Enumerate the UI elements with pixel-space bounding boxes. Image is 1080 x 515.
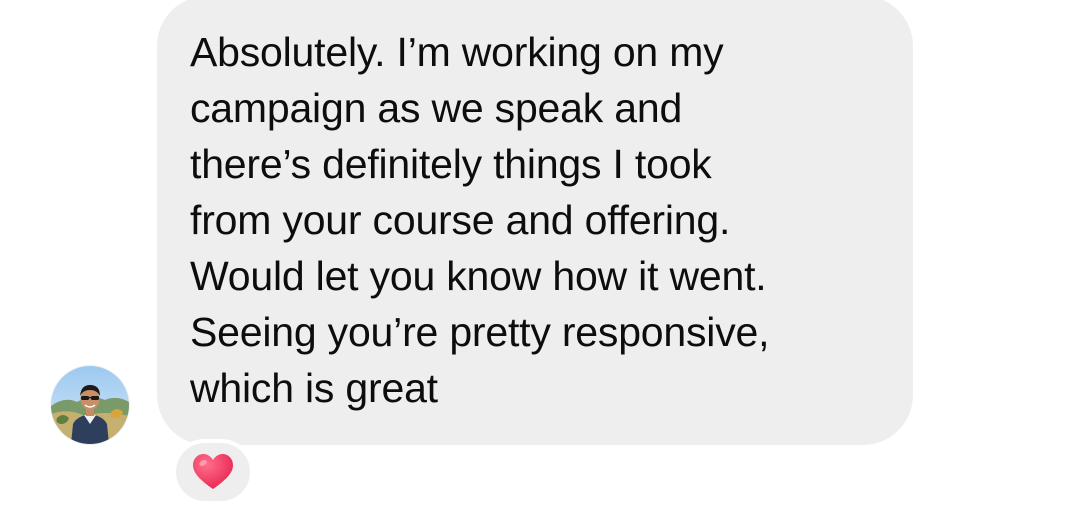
profile-photo-icon xyxy=(51,366,129,444)
message-text-line: campaign as we speak and xyxy=(190,85,683,131)
message-text-line: from your course and offering. xyxy=(190,197,731,243)
red-heart-icon xyxy=(193,454,233,489)
message-text-line: Seeing you’re pretty responsive, xyxy=(190,309,770,355)
message-thread: Absolutely. I’m working on my campaign a… xyxy=(0,0,1080,515)
message-text-line: there’s definitely things I took xyxy=(190,141,712,187)
sender-avatar[interactable] xyxy=(51,366,129,444)
reaction-badge[interactable] xyxy=(172,439,254,505)
message-text-line: Would let you know how it went. xyxy=(190,253,767,299)
message-text-line: which is great xyxy=(190,365,438,411)
message-text-line: Absolutely. I’m working on my xyxy=(190,29,724,75)
message-bubble[interactable]: Absolutely. I’m working on my campaign a… xyxy=(157,0,913,445)
